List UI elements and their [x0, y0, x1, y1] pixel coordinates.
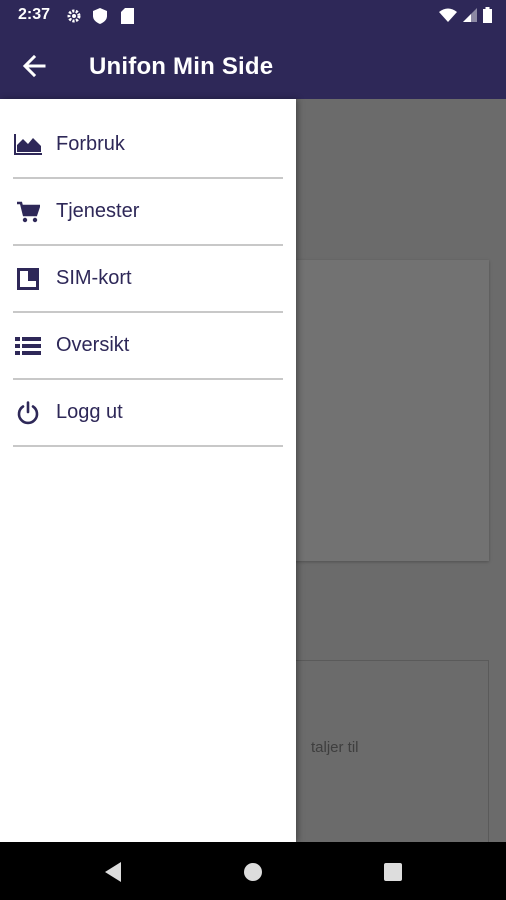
drawer-item-oversikt[interactable]: Oversikt [13, 313, 283, 380]
wifi-icon [439, 8, 457, 27]
shield-icon [93, 7, 107, 25]
drawer-item-tjenester[interactable]: Tjenester [13, 179, 283, 246]
home-circle-icon[interactable] [239, 858, 267, 886]
page-title: Unifon Min Side [89, 53, 274, 80]
background-card-text: taljer til [311, 739, 359, 756]
drawer-item-label: Forbruk [56, 133, 125, 155]
settings-icon [66, 7, 82, 25]
navigation-drawer: Forbruk Tjenester SIM-kort Oversikt Logg… [0, 99, 296, 842]
sim-panel-icon [13, 264, 43, 294]
area-chart-icon [13, 130, 43, 160]
drawer-item-label: SIM-kort [56, 267, 132, 289]
system-nav-bar [0, 842, 506, 900]
back-triangle-icon[interactable] [99, 858, 127, 886]
drawer-item-logg-ut[interactable]: Logg ut [13, 380, 283, 447]
recents-square-icon[interactable] [379, 858, 407, 886]
drawer-item-forbruk[interactable]: Forbruk [13, 112, 283, 179]
drawer-item-label: Logg ut [56, 401, 123, 423]
arrow-back-icon[interactable] [18, 52, 50, 80]
app-bar: Unifon Min Side [0, 32, 506, 99]
drawer-item-label: Oversikt [56, 334, 130, 356]
drawer-item-sim-kort[interactable]: SIM-kort [13, 246, 283, 313]
background-card [290, 260, 489, 561]
list-icon [13, 331, 43, 361]
status-bar: 2:37 [0, 0, 506, 32]
power-icon [13, 398, 43, 428]
status-right-icons [439, 7, 492, 28]
background-card-details: taljer til [290, 660, 489, 850]
cart-icon [13, 197, 43, 227]
status-time: 2:37 [18, 6, 51, 23]
signal-icon [463, 8, 477, 27]
sim-card-icon [121, 7, 134, 25]
battery-icon [483, 7, 492, 28]
drawer-item-label: Tjenester [56, 200, 140, 222]
